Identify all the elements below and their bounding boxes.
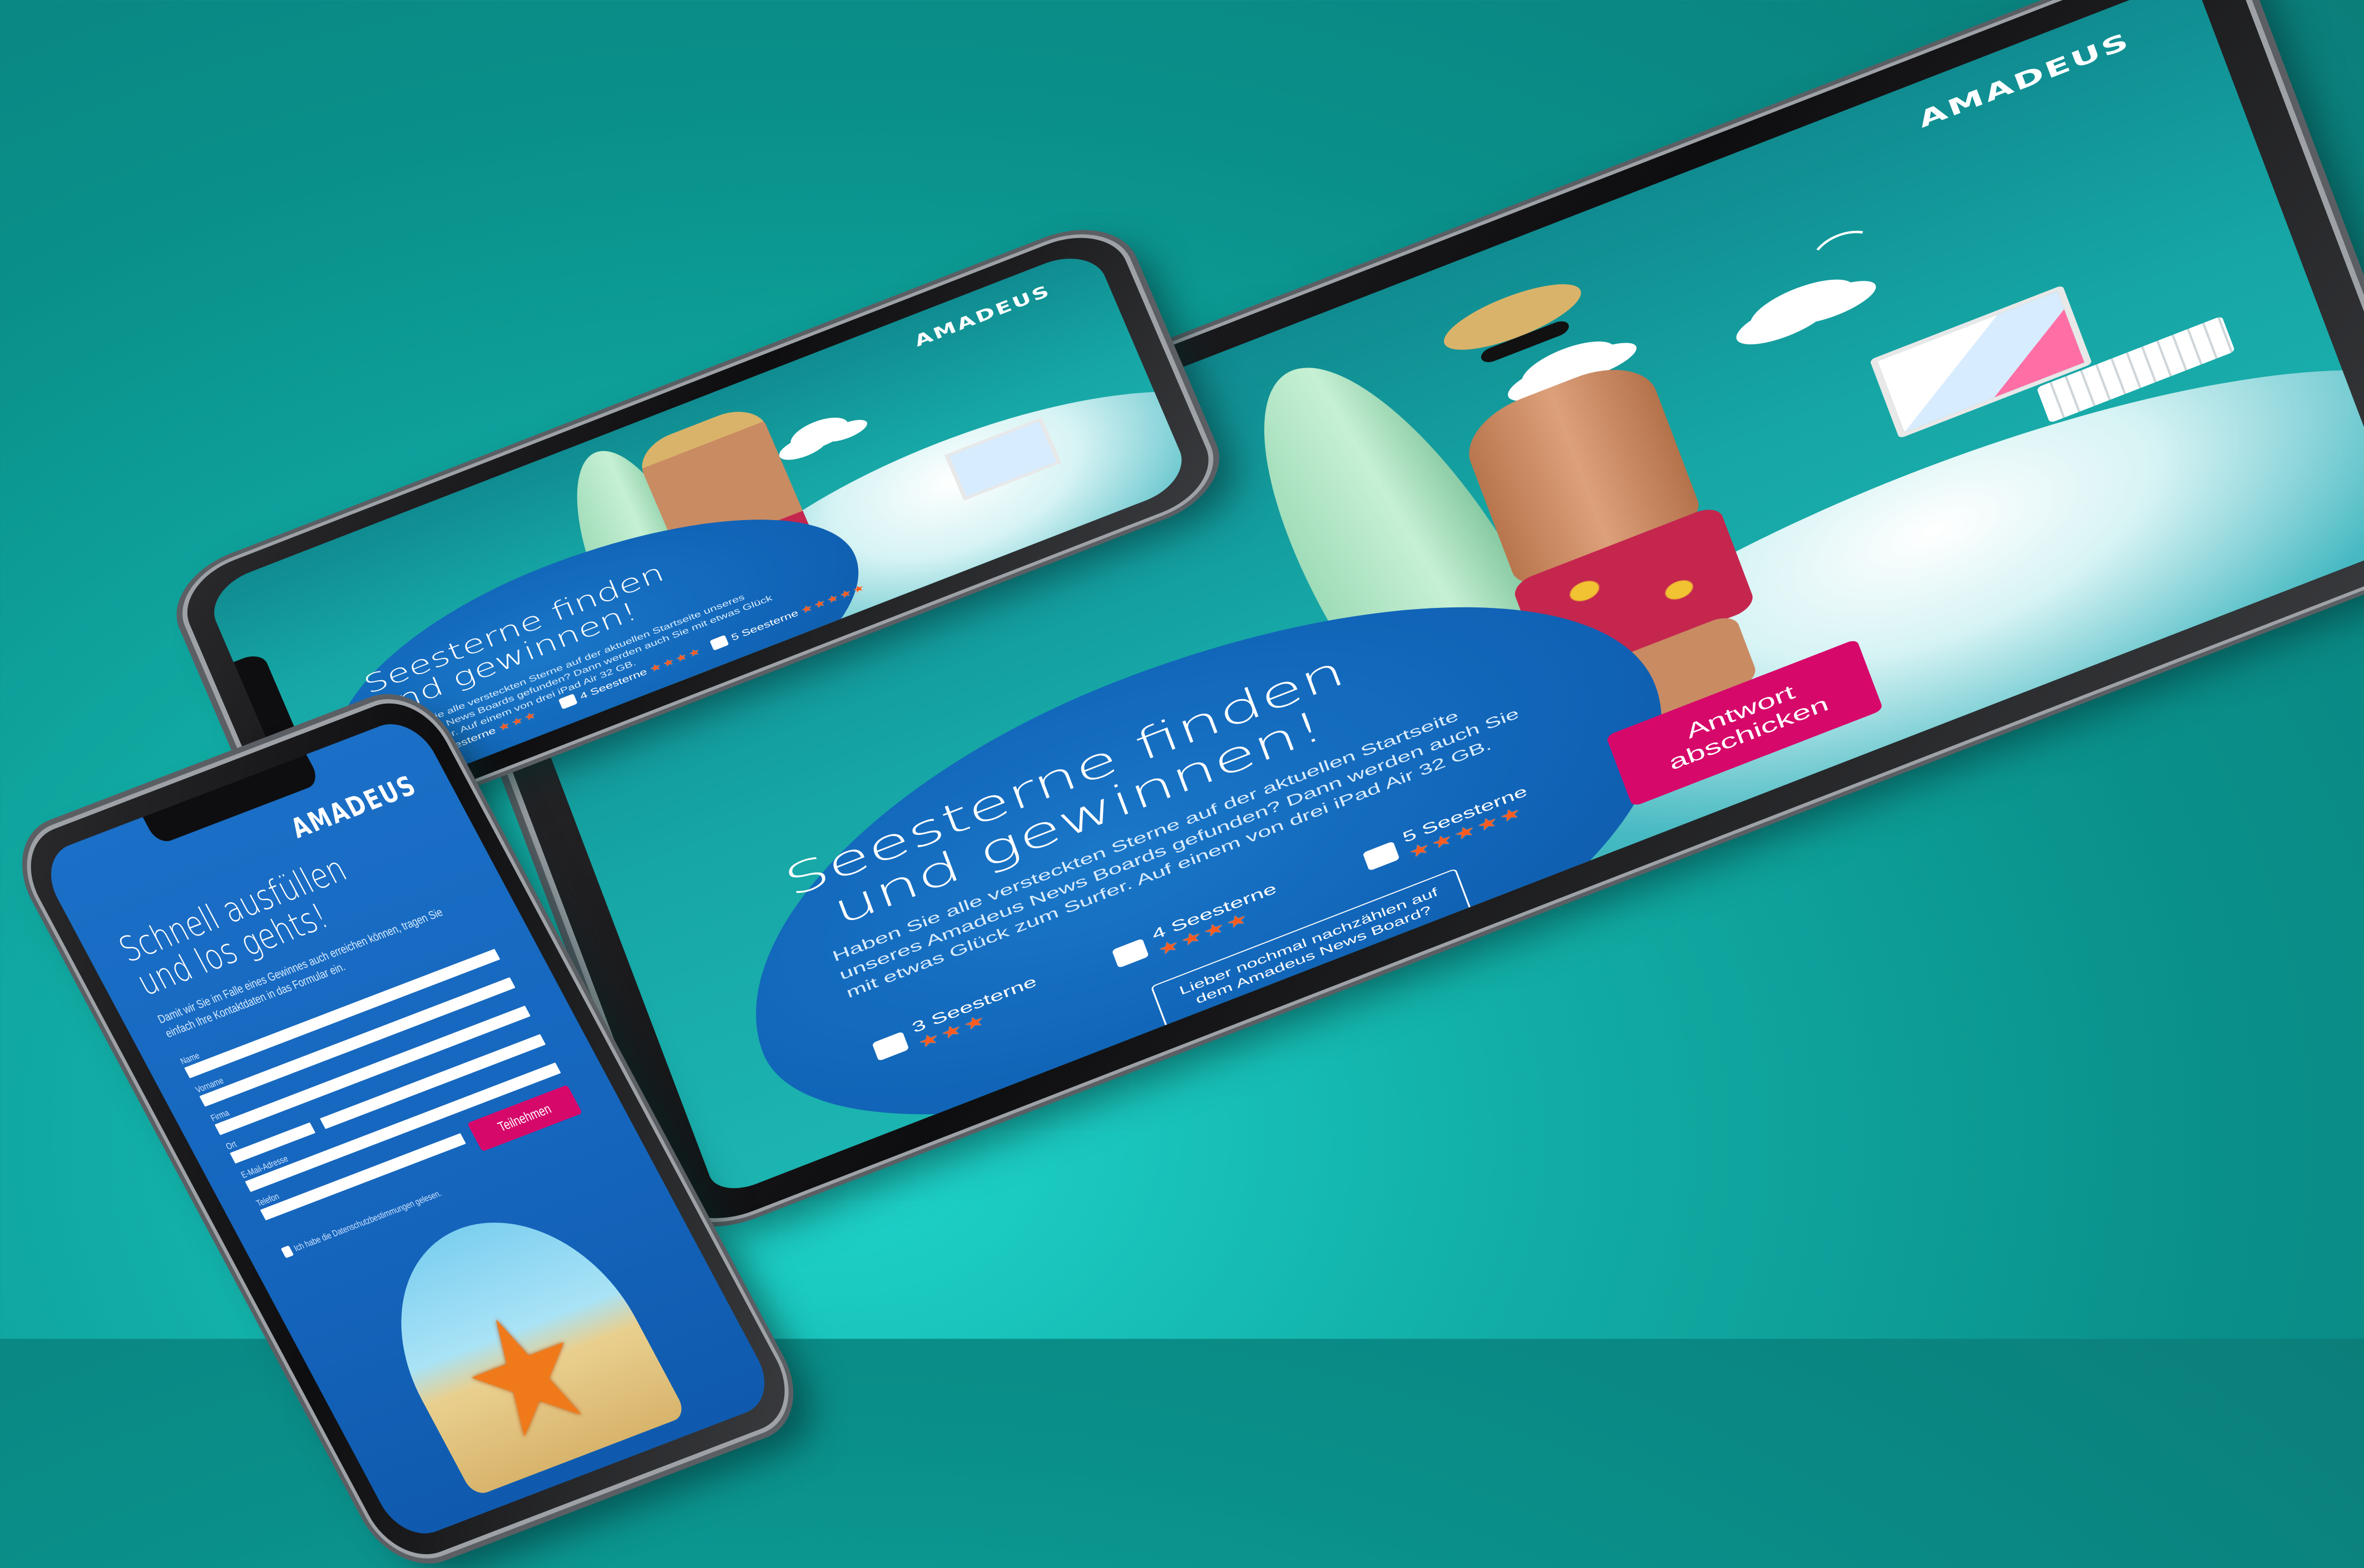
seagull-icon: ⌒ <box>1812 224 1874 275</box>
company-field[interactable] <box>214 1005 531 1135</box>
mockup-scene: { "brand": { "logo_text": "AMADEUS" }, "… <box>0 0 2364 1568</box>
tablet-amadeus-logo: AMADEUS <box>1915 27 2134 133</box>
checkbox[interactable] <box>872 1031 909 1061</box>
device-stage: AMADEUS ⌒ ✈ Seesterne finden und g <box>0 0 2364 1568</box>
checkbox[interactable] <box>280 1245 294 1259</box>
starfish-beach-image: ★ <box>352 1188 688 1497</box>
cloud-icon <box>1731 289 1835 354</box>
starfish-icon: ★ <box>428 1272 624 1477</box>
checkbox[interactable] <box>1111 938 1149 968</box>
postal-code-field[interactable] <box>230 1122 316 1164</box>
checkbox[interactable] <box>1362 840 1400 871</box>
cloud-icon <box>775 429 830 465</box>
